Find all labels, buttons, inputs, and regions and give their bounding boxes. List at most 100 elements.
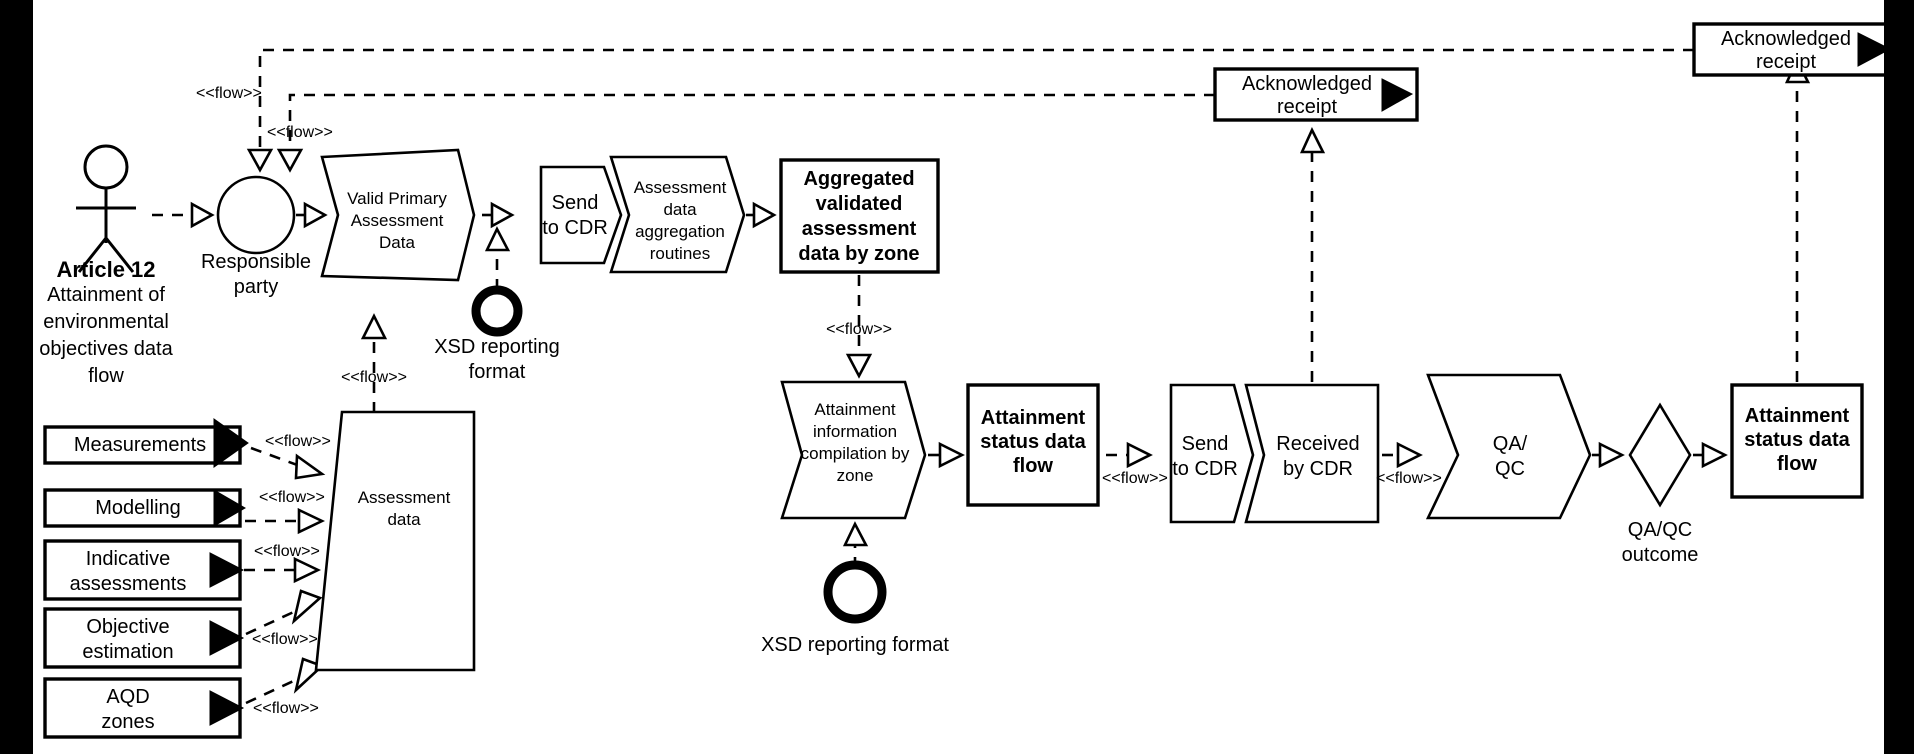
- flow-label-measurements: <<flow>>: [265, 433, 331, 450]
- status-mid-label-2: flow: [1013, 455, 1053, 477]
- activity-diagram-svg: <<flow>> <<flow>> Article 12 Attainment …: [39, 22, 1898, 739]
- flow-label-xsd-to-valid: <<flow>>: [341, 369, 407, 386]
- actor-description: Attainment of environmental objectives d…: [39, 284, 173, 387]
- arrowhead-indicative: [293, 556, 322, 584]
- arrowhead-qaqc-to-outcome: [1598, 441, 1625, 469]
- source-box-indicative-assessments[interactable]: Indicative assessments: [43, 539, 245, 601]
- arrowhead-modelling: [297, 507, 326, 535]
- flow-label-objective: <<flow>>: [252, 631, 318, 648]
- arrowhead-agg-to-aggregated: [752, 201, 777, 229]
- left-edge-bar: [0, 0, 33, 754]
- ack-right-label-1: receipt: [1756, 51, 1816, 73]
- arrowhead-down-1: [246, 148, 274, 173]
- actor-desc-line-2: objectives data: [39, 338, 173, 360]
- aggregated-label-0: Aggregated: [803, 168, 914, 190]
- arrowhead-party-to-valid: [303, 201, 328, 229]
- arrowhead-aggregated-down: [845, 353, 873, 379]
- flow-label-received-to-qa: <<flow>>: [1376, 470, 1442, 487]
- responsible-party-label-0: Responsible: [201, 251, 311, 273]
- arrowhead-valid-to-send: [490, 201, 515, 229]
- flow-measurements-to-store: [250, 446, 301, 468]
- send-to-cdr-top-label-1: to CDR: [542, 217, 608, 239]
- compilation-label-1: information: [813, 422, 897, 441]
- right-edge-bar: [1884, 0, 1914, 754]
- flow-label-top-2: <<flow>>: [267, 124, 333, 141]
- aggregation-label-1: data: [663, 200, 697, 219]
- flow-label-top-1: <<flow>>: [196, 85, 262, 102]
- compilation-label-2: compilation by: [801, 444, 910, 463]
- source-label-objective-0: Objective: [86, 616, 169, 638]
- source-label-aqd-0: AQD: [106, 686, 149, 708]
- xsd-top-label-1: format: [469, 361, 526, 383]
- arrowhead-received-to-ack-mid: [1299, 126, 1326, 154]
- source-label-aqd-1: zones: [101, 711, 154, 733]
- ack-right-label-0: Acknowledged: [1721, 28, 1851, 50]
- arrowhead-objective: [291, 589, 323, 625]
- qaqc-label-1: QC: [1495, 458, 1525, 480]
- received-by-cdr-label-1: by CDR: [1283, 458, 1353, 480]
- status-right-label-2: flow: [1777, 453, 1817, 475]
- arrowhead-status-to-send: [1126, 441, 1153, 469]
- source-label-measurements: Measurements: [74, 434, 206, 456]
- flow-label-aqd-zones: <<flow>>: [253, 700, 319, 717]
- qaqc-label-0: QA/: [1493, 433, 1528, 455]
- arrowhead-compilation-to-status: [938, 441, 965, 469]
- flow-label-aggregated-down: <<flow>>: [826, 321, 892, 338]
- status-right-label-0: Attainment: [1745, 405, 1850, 427]
- arrowhead-down-2: [276, 148, 304, 173]
- node-acknowledged-receipt-mid[interactable]: Acknowledged receipt: [1213, 67, 1419, 122]
- aggregation-label-2: aggregation: [635, 222, 725, 241]
- source-box-aqd-zones[interactable]: AQD zones: [43, 677, 245, 739]
- compilation-label-0: Attainment: [814, 400, 896, 419]
- node-responsible-party[interactable]: [216, 175, 296, 255]
- arrowhead-xsd-top: [484, 226, 511, 252]
- aggregated-label-1: validated: [816, 193, 903, 215]
- source-label-objective-1: estimation: [82, 641, 173, 663]
- ack-mid-label-1: receipt: [1277, 96, 1337, 118]
- arrowhead-xsd-bottom: [842, 521, 869, 547]
- source-box-objective-estimation[interactable]: Objective estimation: [43, 607, 245, 669]
- source-label-modelling: Modelling: [95, 497, 181, 519]
- actor-title: Article 12: [56, 257, 155, 282]
- valid-primary-label-2: Data: [379, 233, 415, 252]
- arrowhead-actor-to-party: [190, 201, 215, 229]
- diagram-canvas: <<flow>> <<flow>> Article 12 Attainment …: [0, 0, 1914, 754]
- arrowhead-store-to-valid: [360, 313, 388, 340]
- status-mid-label-0: Attainment: [981, 407, 1086, 429]
- node-send-to-cdr-top[interactable]: [539, 165, 623, 265]
- received-by-cdr-label-0: Received: [1276, 433, 1359, 455]
- flow-label-modelling: <<flow>>: [259, 489, 325, 506]
- actor-desc-line-1: environmental: [43, 311, 169, 333]
- status-right-label-1: status data: [1744, 429, 1850, 451]
- compilation-label-3: zone: [837, 466, 874, 485]
- source-label-indicative-1: assessments: [70, 573, 187, 595]
- node-acknowledged-receipt-right[interactable]: Acknowledged receipt: [1692, 22, 1898, 77]
- valid-primary-label-1: Assessment: [351, 211, 444, 230]
- flow-line-ack-mid-to-responsible: [288, 93, 1215, 150]
- source-box-measurements[interactable]: Measurements: [43, 418, 249, 468]
- qaqc-outcome-label-1: outcome: [1622, 544, 1699, 566]
- store-label-0: Assessment: [358, 488, 451, 507]
- flow-label-indicative: <<flow>>: [254, 543, 320, 560]
- send-to-cdr-bottom-label-0: Send: [1182, 433, 1229, 455]
- source-box-modelling[interactable]: Modelling: [43, 488, 246, 528]
- node-assessment-data-store[interactable]: [314, 410, 476, 672]
- store-label-1: data: [387, 510, 421, 529]
- flow-label-status-to-send: <<flow>>: [1102, 470, 1168, 487]
- node-xsd-reporting-format-bottom[interactable]: [823, 560, 887, 624]
- node-qa-qc-outcome[interactable]: [1628, 402, 1692, 508]
- node-xsd-reporting-format-top[interactable]: [471, 285, 523, 337]
- valid-primary-label-0: Valid Primary: [347, 189, 447, 208]
- send-to-cdr-top-label-0: Send: [552, 192, 599, 214]
- qaqc-outcome-label-0: QA/QC: [1628, 519, 1692, 541]
- responsible-party-label-1: party: [234, 276, 278, 298]
- ack-mid-label-0: Acknowledged: [1242, 73, 1372, 95]
- arrowhead-measurements: [294, 453, 326, 480]
- arrowhead-outcome-to-status: [1701, 441, 1728, 469]
- aggregated-label-3: data by zone: [798, 243, 919, 265]
- actor-head-icon: [83, 144, 129, 190]
- aggregation-label-3: routines: [650, 244, 710, 263]
- arrowhead-received-to-qaqc: [1396, 441, 1423, 469]
- send-to-cdr-bottom-label-1: to CDR: [1172, 458, 1238, 480]
- actor-desc-line-0: Attainment of: [47, 284, 165, 306]
